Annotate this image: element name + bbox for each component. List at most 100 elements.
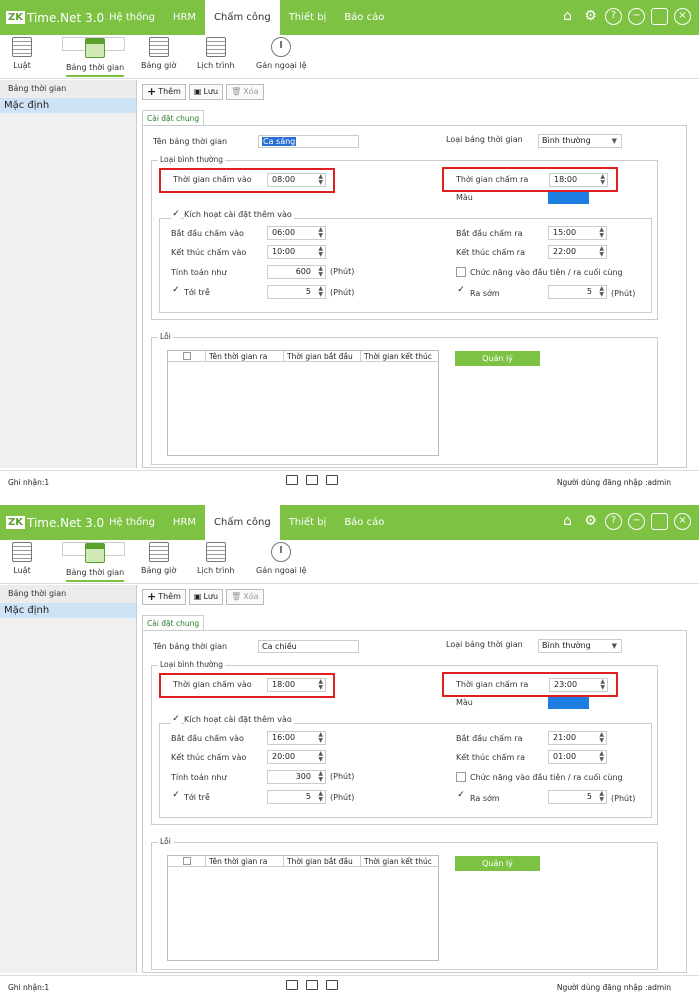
col-name-header[interactable]: Tên thời gian ra [206, 856, 284, 866]
save-button[interactable]: ▣ Lưu [188, 589, 224, 605]
delete-button[interactable]: 🗑 Xóa [226, 84, 264, 100]
spinner-arrows-icon[interactable]: ▲ ▼ [599, 286, 604, 298]
count-as-input[interactable]: 300 ▲ ▼ [267, 770, 326, 784]
manage-button[interactable]: Quản lý [455, 351, 540, 366]
spinner-arrows-icon[interactable]: ▲ ▼ [318, 679, 323, 691]
id-card-icon[interactable] [286, 475, 298, 485]
early-checkbox[interactable]: ✓ [456, 286, 466, 296]
activate-extra-checkbox[interactable]: ✓ [171, 210, 181, 220]
maximize-icon[interactable] [651, 8, 668, 25]
count-as-input[interactable]: 600 ▲ ▼ [267, 265, 326, 279]
spinner-arrows-icon[interactable]: ▲ ▼ [599, 732, 604, 744]
table-name-input[interactable]: Ca sáng [258, 135, 359, 148]
early-input[interactable]: 5 ▲ ▼ [548, 285, 607, 299]
spinner-arrows-icon[interactable]: ▲ ▼ [599, 751, 604, 763]
early-input[interactable]: 5 ▲ ▼ [548, 790, 607, 804]
first-last-checkbox[interactable] [456, 772, 466, 782]
add-button[interactable]: + Thêm [142, 84, 186, 100]
ribbon-timetable[interactable]: Bảng thời gian [62, 37, 126, 77]
early-checkbox[interactable]: ✓ [456, 791, 466, 801]
table-type-select[interactable]: Bình thường ▼ [538, 134, 622, 148]
spinner-arrows-icon[interactable]: ▲ ▼ [318, 227, 323, 239]
menu-hrm[interactable]: HRM [164, 0, 205, 35]
activate-extra-checkbox[interactable]: ✓ [171, 715, 181, 725]
spinner-arrows-icon[interactable]: ▲ ▼ [318, 732, 323, 744]
first-last-checkbox[interactable] [456, 267, 466, 277]
check-out-time-input[interactable]: 23:00 ▲ ▼ [549, 678, 608, 692]
tab-general-settings[interactable]: Cài đặt chung [142, 615, 205, 631]
minimize-icon[interactable]: − [628, 513, 645, 530]
ribbon-schedule[interactable]: Lịch trình [197, 37, 234, 70]
spinner-arrows-icon[interactable]: ▲ ▼ [318, 751, 323, 763]
gear-icon[interactable]: ⚙ [582, 8, 599, 25]
select-all-checkbox[interactable] [183, 857, 191, 865]
spinner-arrows-icon[interactable]: ▲ ▼ [318, 174, 323, 186]
end-check-out-input[interactable]: 01:00 ▲ ▼ [548, 750, 607, 764]
spinner-arrows-icon[interactable]: ▲ ▼ [318, 246, 323, 258]
late-checkbox[interactable]: ✓ [171, 286, 181, 296]
col-start-header[interactable]: Thời gian bắt đầu [284, 351, 361, 361]
late-input[interactable]: 5 ▲ ▼ [267, 790, 326, 804]
late-input[interactable]: 5 ▲ ▼ [267, 285, 326, 299]
color-swatch[interactable] [548, 192, 589, 204]
spinner-arrows-icon[interactable]: ▲ ▼ [318, 286, 323, 298]
spinner-arrows-icon[interactable]: ▲ ▼ [599, 791, 604, 803]
start-check-out-input[interactable]: 15:00 ▲ ▼ [548, 226, 607, 240]
screen-icon[interactable] [306, 475, 318, 485]
ribbon-exception[interactable]: Gán ngoại lệ [256, 542, 307, 575]
menu-system[interactable]: Hệ thống [100, 505, 164, 540]
ribbon-exception[interactable]: Gán ngoại lệ [256, 37, 307, 70]
menu-device[interactable]: Thiết bị [280, 0, 336, 35]
spinner-arrows-icon[interactable]: ▲ ▼ [318, 266, 323, 278]
end-check-in-input[interactable]: 20:00 ▲ ▼ [267, 750, 326, 764]
menu-report[interactable]: Báo cáo [335, 0, 393, 35]
menu-attendance[interactable]: Chấm công [205, 0, 280, 35]
close-icon[interactable]: × [674, 8, 691, 25]
table-type-select[interactable]: Bình thường ▼ [538, 639, 622, 653]
add-button[interactable]: + Thêm [142, 589, 186, 605]
check-out-time-input[interactable]: 18:00 ▲ ▼ [549, 173, 608, 187]
check-in-time-input[interactable]: 18:00 ▲ ▼ [267, 678, 326, 692]
menu-system[interactable]: Hệ thống [100, 0, 164, 35]
ribbon-rules[interactable]: Luật [12, 542, 32, 575]
spinner-arrows-icon[interactable]: ▲ ▼ [599, 246, 604, 258]
tab-general-settings[interactable]: Cài đặt chung [142, 110, 205, 126]
id-card-icon[interactable] [286, 980, 298, 990]
color-swatch[interactable] [548, 697, 589, 709]
ribbon-timetable[interactable]: Bảng thời gian [62, 542, 126, 582]
ribbon-shift-table[interactable]: Bảng giờ [141, 37, 176, 70]
help-icon[interactable]: ? [605, 513, 622, 530]
col-name-header[interactable]: Tên thời gian ra [206, 351, 284, 361]
start-check-out-input[interactable]: 21:00 ▲ ▼ [548, 731, 607, 745]
late-checkbox[interactable]: ✓ [171, 791, 181, 801]
menu-hrm[interactable]: HRM [164, 505, 205, 540]
minimize-icon[interactable]: − [628, 8, 645, 25]
help-icon[interactable]: ? [605, 8, 622, 25]
spinner-arrows-icon[interactable]: ▲ ▼ [318, 771, 323, 783]
maximize-icon[interactable] [651, 513, 668, 530]
menu-attendance[interactable]: Chấm công [205, 505, 280, 540]
menu-device[interactable]: Thiết bị [280, 505, 336, 540]
save-button[interactable]: ▣ Lưu [188, 84, 224, 100]
spinner-arrows-icon[interactable]: ▲ ▼ [600, 174, 605, 186]
document-icon[interactable] [326, 475, 338, 485]
spinner-arrows-icon[interactable]: ▲ ▼ [599, 227, 604, 239]
delete-button[interactable]: 🗑 Xóa [226, 589, 264, 605]
check-in-time-input[interactable]: 08:00 ▲ ▼ [267, 173, 326, 187]
start-check-in-input[interactable]: 06:00 ▲ ▼ [267, 226, 326, 240]
manage-button[interactable]: Quản lý [455, 856, 540, 871]
home-icon[interactable]: ⌂ [559, 513, 576, 530]
ribbon-rules[interactable]: Luật [12, 37, 32, 70]
col-end-header[interactable]: Thời gian kết thúc [361, 856, 438, 866]
home-icon[interactable]: ⌂ [559, 8, 576, 25]
end-check-in-input[interactable]: 10:00 ▲ ▼ [267, 245, 326, 259]
start-check-in-input[interactable]: 16:00 ▲ ▼ [267, 731, 326, 745]
gear-icon[interactable]: ⚙ [582, 513, 599, 530]
col-end-header[interactable]: Thời gian kết thúc [361, 351, 438, 361]
screen-icon[interactable] [306, 980, 318, 990]
ribbon-schedule[interactable]: Lịch trình [197, 542, 234, 575]
select-all-checkbox[interactable] [183, 352, 191, 360]
spinner-arrows-icon[interactable]: ▲ ▼ [318, 791, 323, 803]
col-start-header[interactable]: Thời gian bắt đầu [284, 856, 361, 866]
sidebar-item-default[interactable]: Mặc định [0, 98, 136, 113]
